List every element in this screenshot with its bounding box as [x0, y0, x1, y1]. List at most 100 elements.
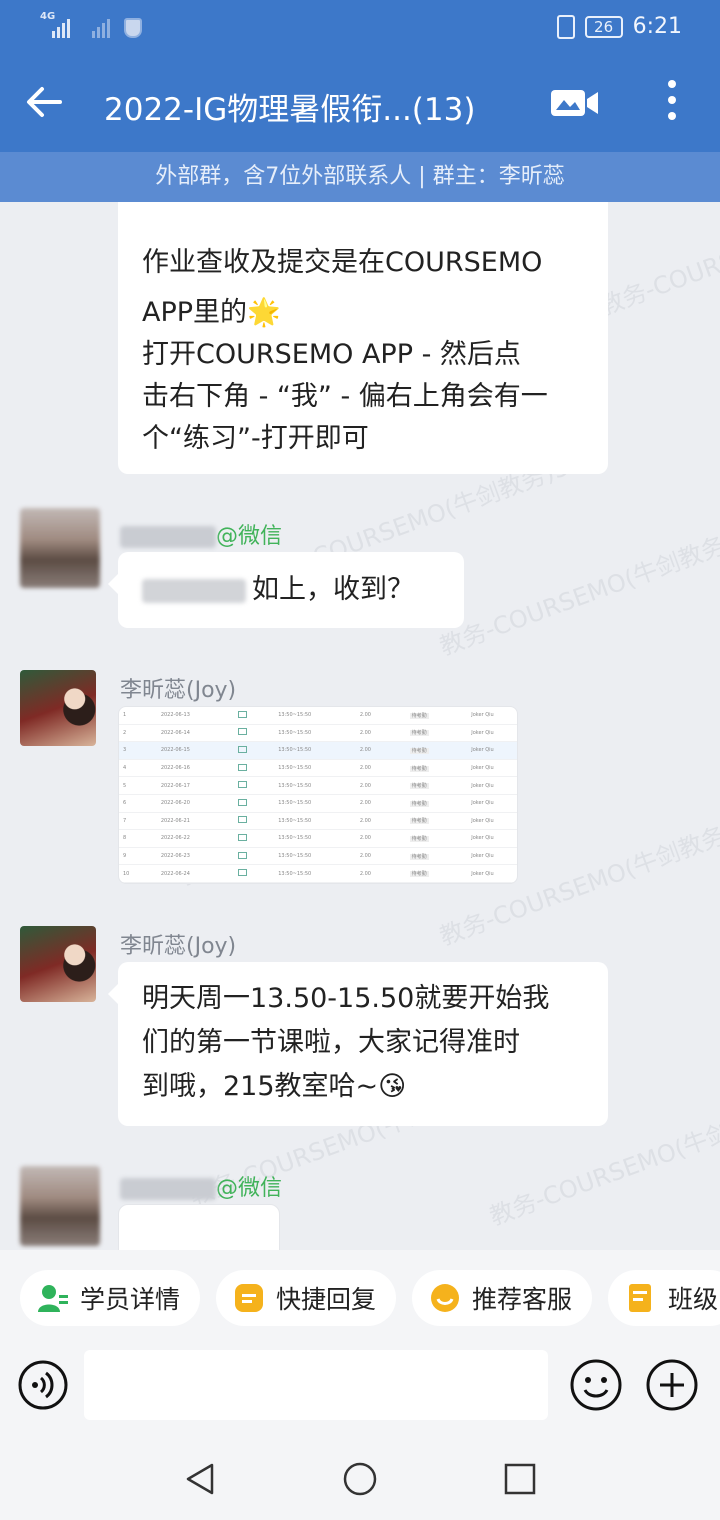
table-cell: 2.00 — [359, 870, 371, 877]
message-bubble[interactable] — [118, 1204, 280, 1250]
table-cell-wrapper: 2022-06-17 — [157, 783, 235, 789]
table-cell: 2022-06-13 — [160, 712, 190, 719]
message-list[interactable]: 教务-COURSEMO(牛剑教务)3 教务-COURSEMO(牛剑教务)3 教务… — [0, 202, 720, 1250]
status-right: 26 6:21 — [556, 14, 682, 39]
add-icon[interactable] — [646, 1359, 698, 1411]
file-icon — [238, 816, 248, 824]
message-bubble[interactable]: 作业查收及提交是在COURSEMO APP里的🌟 打开COURSEMO APP … — [118, 202, 608, 474]
table-cell: 2.00 — [359, 835, 371, 842]
table-cell-wrapper: 5 — [119, 783, 157, 789]
chip-label: 快捷回复 — [276, 1285, 377, 1314]
class-button[interactable]: 班级 — [608, 1270, 720, 1326]
table-cell: 13:50~15:50 — [278, 870, 312, 877]
blurred-name — [120, 526, 216, 548]
table-cell: 10 — [123, 870, 130, 877]
student-info-icon — [38, 1285, 68, 1312]
table-cell-wrapper: 2.00 — [356, 853, 406, 859]
table-cell: 2.00 — [359, 782, 371, 789]
file-icon — [238, 851, 248, 859]
table-cell-icon — [234, 745, 274, 755]
input-bar — [0, 1346, 720, 1440]
table-row: 2 2022-06-14 13:50~15:50 2.00 待考勤 Joker Qiu — [119, 725, 517, 743]
table-cell: Joker Qiu — [471, 800, 494, 807]
table-cell-wrapper: 2022-06-22 — [157, 835, 235, 841]
vibrate-icon — [556, 14, 575, 39]
table-cell-wrapper: 13:50~15:50 — [274, 747, 356, 753]
schedule-image[interactable]: 1 2022-06-13 13:50~15:50 2.00 待考勤 Joker Qiu 2 2… — [118, 706, 518, 884]
file-icon — [238, 728, 248, 736]
table-cell: 待考勤 — [409, 765, 429, 772]
message-bubble[interactable]: 明天周一13.50-15.50就要开始我 们的第一节课啦，大家记得准时 到哦，2… — [108, 962, 608, 1126]
table-cell-icon — [234, 869, 274, 878]
message-line: 明天周一13.50-15.50就要开始我 — [142, 983, 550, 1014]
table-cell: 2022-06-16 — [160, 765, 190, 772]
table-cell-wrapper: 待考勤 — [406, 729, 468, 737]
table-cell-icon — [234, 728, 274, 737]
watermark: 教务-COURSEMO(牛剑教务)3 — [435, 522, 720, 661]
table-cell-wrapper: 2 — [119, 730, 157, 736]
table-cell: 8 — [123, 835, 127, 842]
table-cell: 7 — [123, 817, 127, 824]
video-call-icon[interactable] — [550, 88, 600, 118]
class-icon — [629, 1284, 651, 1312]
table-cell: 13:50~15:50 — [278, 835, 312, 842]
table-cell-wrapper: 10 — [119, 871, 157, 877]
table-cell: 5 — [123, 782, 127, 789]
table-cell-wrapper: 13:50~15:50 — [274, 765, 356, 771]
table-cell: 2.00 — [359, 729, 371, 736]
table-cell-wrapper: 待考勤 — [406, 712, 468, 719]
emoji-icon[interactable] — [570, 1359, 622, 1411]
table-cell-wrapper: 4 — [119, 765, 157, 771]
sender-name: @微信 — [120, 1170, 282, 1202]
student-details-button[interactable]: 学员详情 — [20, 1270, 201, 1326]
avatar[interactable] — [20, 508, 100, 588]
message-bubble[interactable]: 如上，收到？ — [108, 552, 464, 628]
table-cell: Joker Qiu — [471, 712, 494, 719]
voice-input-icon[interactable] — [18, 1360, 68, 1410]
sender-name: 李昕蕊(Joy) — [120, 678, 237, 703]
table-cell: 待考勤 — [409, 783, 429, 790]
chip-label: 学员详情 — [80, 1285, 181, 1314]
table-cell: 13:50~15:50 — [278, 782, 312, 789]
chat-title: 2022-IG物理暑假衔...(13) — [104, 92, 476, 128]
more-options-icon[interactable] — [664, 80, 680, 126]
table-cell-icon — [234, 798, 274, 808]
table-cell: 待考勤 — [409, 871, 429, 878]
back-arrow-icon[interactable] — [24, 82, 64, 122]
table-row: 5 2022-06-17 13:50~15:50 2.00 待考勤 Joker Qiu — [119, 777, 517, 795]
table-cell-wrapper: 3 — [119, 747, 157, 753]
table-row: 10 2022-06-24 13:50~15:50 2.00 待考勤 Joker Qiu — [119, 865, 517, 883]
file-icon — [238, 710, 248, 718]
nav-home-icon[interactable] — [342, 1461, 378, 1497]
nav-back-icon[interactable] — [184, 1462, 218, 1496]
table-cell: 13:50~15:50 — [278, 729, 312, 736]
table-row: 8 2022-06-22 13:50~15:50 2.00 待考勤 Joker Qiu — [119, 830, 517, 848]
table-cell: Joker Qiu — [471, 782, 494, 789]
message-line: 们的第一节课啦，大家记得准时 — [142, 1027, 520, 1058]
table-cell-wrapper: 待考勤 — [406, 747, 468, 754]
message-line: 作业查收及提交是在COURSEMO — [142, 247, 543, 278]
table-cell-wrapper: 13:50~15:50 — [274, 835, 356, 841]
quick-reply-button[interactable]: 快捷回复 — [216, 1270, 397, 1326]
table-cell-wrapper: 待考勤 — [406, 800, 468, 807]
table-cell-wrapper: 2022-06-14 — [157, 730, 235, 736]
table-cell-wrapper: 2022-06-13 — [157, 712, 235, 718]
message-line: 个“练习”-打开即可 — [142, 423, 369, 454]
avatar[interactable] — [20, 926, 96, 1002]
nav-recents-icon[interactable] — [504, 1463, 536, 1495]
recommend-service-button[interactable]: 推荐客服 — [412, 1270, 593, 1326]
chat-header: 2022-IG物理暑假衔...(13) — [0, 56, 720, 152]
table-cell: Joker Qiu — [471, 853, 494, 860]
table-cell-wrapper: 待考勤 — [406, 817, 468, 825]
table-cell: 待考勤 — [409, 730, 429, 737]
table-cell-wrapper: 2022-06-21 — [157, 818, 235, 824]
avatar[interactable] — [20, 670, 96, 746]
avatar[interactable] — [20, 1166, 100, 1246]
chip-label: 推荐客服 — [472, 1285, 573, 1314]
table-row: 6 2022-06-20 13:50~15:50 2.00 待考勤 Joker Qiu — [119, 795, 517, 813]
table-cell-wrapper: 6 — [119, 800, 157, 806]
group-info-bar[interactable]: 外部群，含7位外部联系人 | 群主：李昕蕊 — [0, 152, 720, 202]
table-cell: 2022-06-20 — [160, 800, 190, 807]
table-row: 3 2022-06-15 13:50~15:50 2.00 待考勤 Joker Qiu — [119, 742, 517, 760]
message-input[interactable] — [84, 1350, 548, 1420]
